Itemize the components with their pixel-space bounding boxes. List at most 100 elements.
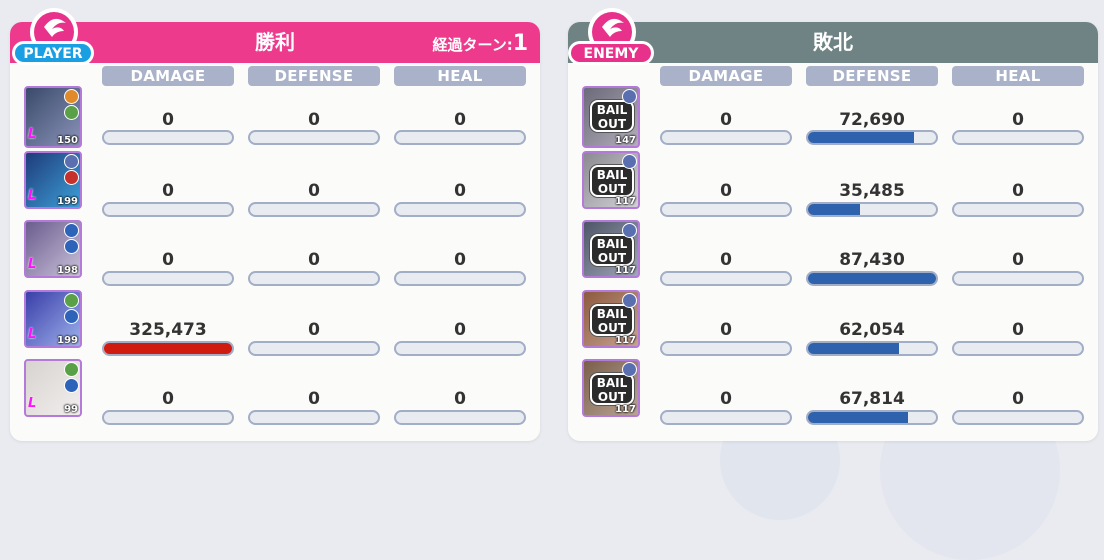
player-damage-bar xyxy=(102,271,234,286)
bail-out-label: BAIL xyxy=(596,237,628,251)
element-icon xyxy=(622,153,637,169)
unit-level: 199 xyxy=(57,334,78,346)
enemy-damage-value: 0 xyxy=(720,319,732,340)
player-heal-value: 0 xyxy=(454,110,466,130)
enemy-defense-bar xyxy=(806,130,938,145)
weapon-icon xyxy=(64,239,79,254)
player-defense-value: 0 xyxy=(308,180,320,201)
enemy-row: BAIL OUT 117 0 62,054 0 xyxy=(568,289,1098,361)
enemy-defense-value: 87,430 xyxy=(839,250,905,270)
player-defense-value: 0 xyxy=(308,389,320,409)
bail-out-label: BAIL xyxy=(596,376,628,390)
unit-level: 117 xyxy=(615,265,636,276)
player-heal-value: 0 xyxy=(454,250,466,270)
player-damage-bar xyxy=(102,410,234,425)
enemy-heal-bar xyxy=(952,271,1084,286)
enemy-defense-bar-fill xyxy=(808,342,899,354)
column-header-defense: DEFENSE xyxy=(248,66,380,86)
weapon-icon xyxy=(64,169,79,185)
column-header-damage: DAMAGE xyxy=(660,66,792,86)
player-heal-bar xyxy=(394,340,526,356)
enemy-unit-portrait[interactable]: BAIL OUT 117 xyxy=(582,289,640,348)
enemy-unit-portrait[interactable]: BAIL OUT 147 xyxy=(582,86,640,148)
unit-level: 117 xyxy=(615,195,636,207)
bail-out-icon: BAIL OUT xyxy=(590,164,634,197)
player-unit-portrait[interactable]: L 198 xyxy=(24,220,82,278)
player-damage-bar xyxy=(102,130,234,145)
enemy-heal-value: 0 xyxy=(1012,110,1024,130)
element-icon xyxy=(64,223,79,238)
enemy-heal-bar xyxy=(952,130,1084,145)
player-panel: 勝利 経過ターン:1 DAMAGE DEFENSE HEAL L 150 0 0 0 L 199… xyxy=(10,22,540,441)
enemy-defense-bar xyxy=(806,410,938,425)
enemy-defense-bar xyxy=(806,271,938,286)
element-icon xyxy=(622,292,637,308)
player-defense-bar xyxy=(248,271,380,286)
bail-out-icon: BAIL OUT xyxy=(590,100,634,132)
player-heal-bar xyxy=(394,201,526,217)
player-defense-value: 0 xyxy=(308,250,320,270)
bail-out-label: OUT xyxy=(597,390,627,404)
player-badge-label: PLAYER xyxy=(23,46,82,62)
bail-out-icon: BAIL OUT xyxy=(590,303,634,336)
enemy-damage-bar xyxy=(660,340,792,356)
unit-level: 147 xyxy=(615,135,636,146)
unit-level: 150 xyxy=(57,135,78,146)
player-defense-value: 0 xyxy=(308,110,320,130)
rank-mark-icon: L xyxy=(28,187,37,203)
element-icon xyxy=(64,292,79,308)
enemy-heal-bar xyxy=(952,410,1084,425)
column-header-heal: HEAL xyxy=(952,66,1084,86)
player-heal-value: 0 xyxy=(454,180,466,201)
player-row: L 199 0 0 0 xyxy=(10,150,540,222)
element-icon xyxy=(622,223,637,238)
enemy-row: BAIL OUT 117 0 35,485 0 xyxy=(568,150,1098,222)
enemy-damage-value: 0 xyxy=(720,180,732,201)
player-defense-bar xyxy=(248,340,380,356)
element-icon xyxy=(64,362,79,377)
player-unit-portrait[interactable]: L 150 xyxy=(24,86,82,148)
bail-out-label: BAIL xyxy=(596,306,628,321)
player-heal-bar xyxy=(394,130,526,145)
player-unit-portrait[interactable]: L 199 xyxy=(24,150,82,209)
player-damage-bar-fill xyxy=(104,342,232,354)
enemy-defense-bar-fill xyxy=(808,203,861,215)
player-heal-bar xyxy=(394,271,526,286)
weapon-icon xyxy=(64,105,79,120)
unit-level: 117 xyxy=(615,404,636,415)
column-header-defense: DEFENSE xyxy=(806,66,938,86)
turn-label: 経過ターン: xyxy=(432,36,513,54)
player-unit-portrait[interactable]: L 99 xyxy=(24,359,82,417)
enemy-heal-value: 0 xyxy=(1012,180,1024,201)
enemy-defense-value: 62,054 xyxy=(839,319,905,340)
player-damage-bar xyxy=(102,340,234,356)
enemy-damage-value: 0 xyxy=(720,110,732,130)
enemy-heal-bar xyxy=(952,340,1084,356)
rank-mark-icon: L xyxy=(28,396,37,411)
column-header-damage: DAMAGE xyxy=(102,66,234,86)
bail-out-label: OUT xyxy=(597,181,627,196)
player-defense-value: 0 xyxy=(308,319,320,340)
enemy-unit-portrait[interactable]: BAIL OUT 117 xyxy=(582,359,640,417)
enemy-defense-bar-fill xyxy=(808,132,915,143)
rank-mark-icon: L xyxy=(28,326,37,342)
element-icon xyxy=(622,89,637,104)
enemy-unit-portrait[interactable]: BAIL OUT 117 xyxy=(582,150,640,209)
enemy-damage-bar xyxy=(660,271,792,286)
player-heal-value: 0 xyxy=(454,389,466,409)
enemy-panel: 敗北 DAMAGE DEFENSE HEAL BAIL OUT 147 0 72,690 0 B… xyxy=(568,22,1098,441)
unit-level: 199 xyxy=(57,195,78,207)
turn-value: 1 xyxy=(512,31,528,56)
player-unit-portrait[interactable]: L 199 xyxy=(24,289,82,348)
bail-out-icon: BAIL OUT xyxy=(590,234,634,266)
player-defense-bar xyxy=(248,410,380,425)
enemy-defense-bar-fill xyxy=(808,273,936,284)
enemy-defense-bar xyxy=(806,201,938,217)
element-icon xyxy=(622,362,637,377)
enemy-damage-bar xyxy=(660,201,792,217)
rank-mark-icon: L xyxy=(28,127,37,142)
player-damage-bar xyxy=(102,201,234,217)
player-defense-bar xyxy=(248,130,380,145)
enemy-unit-portrait[interactable]: BAIL OUT 117 xyxy=(582,220,640,278)
turn-counter: 経過ターン:1 xyxy=(432,22,528,67)
